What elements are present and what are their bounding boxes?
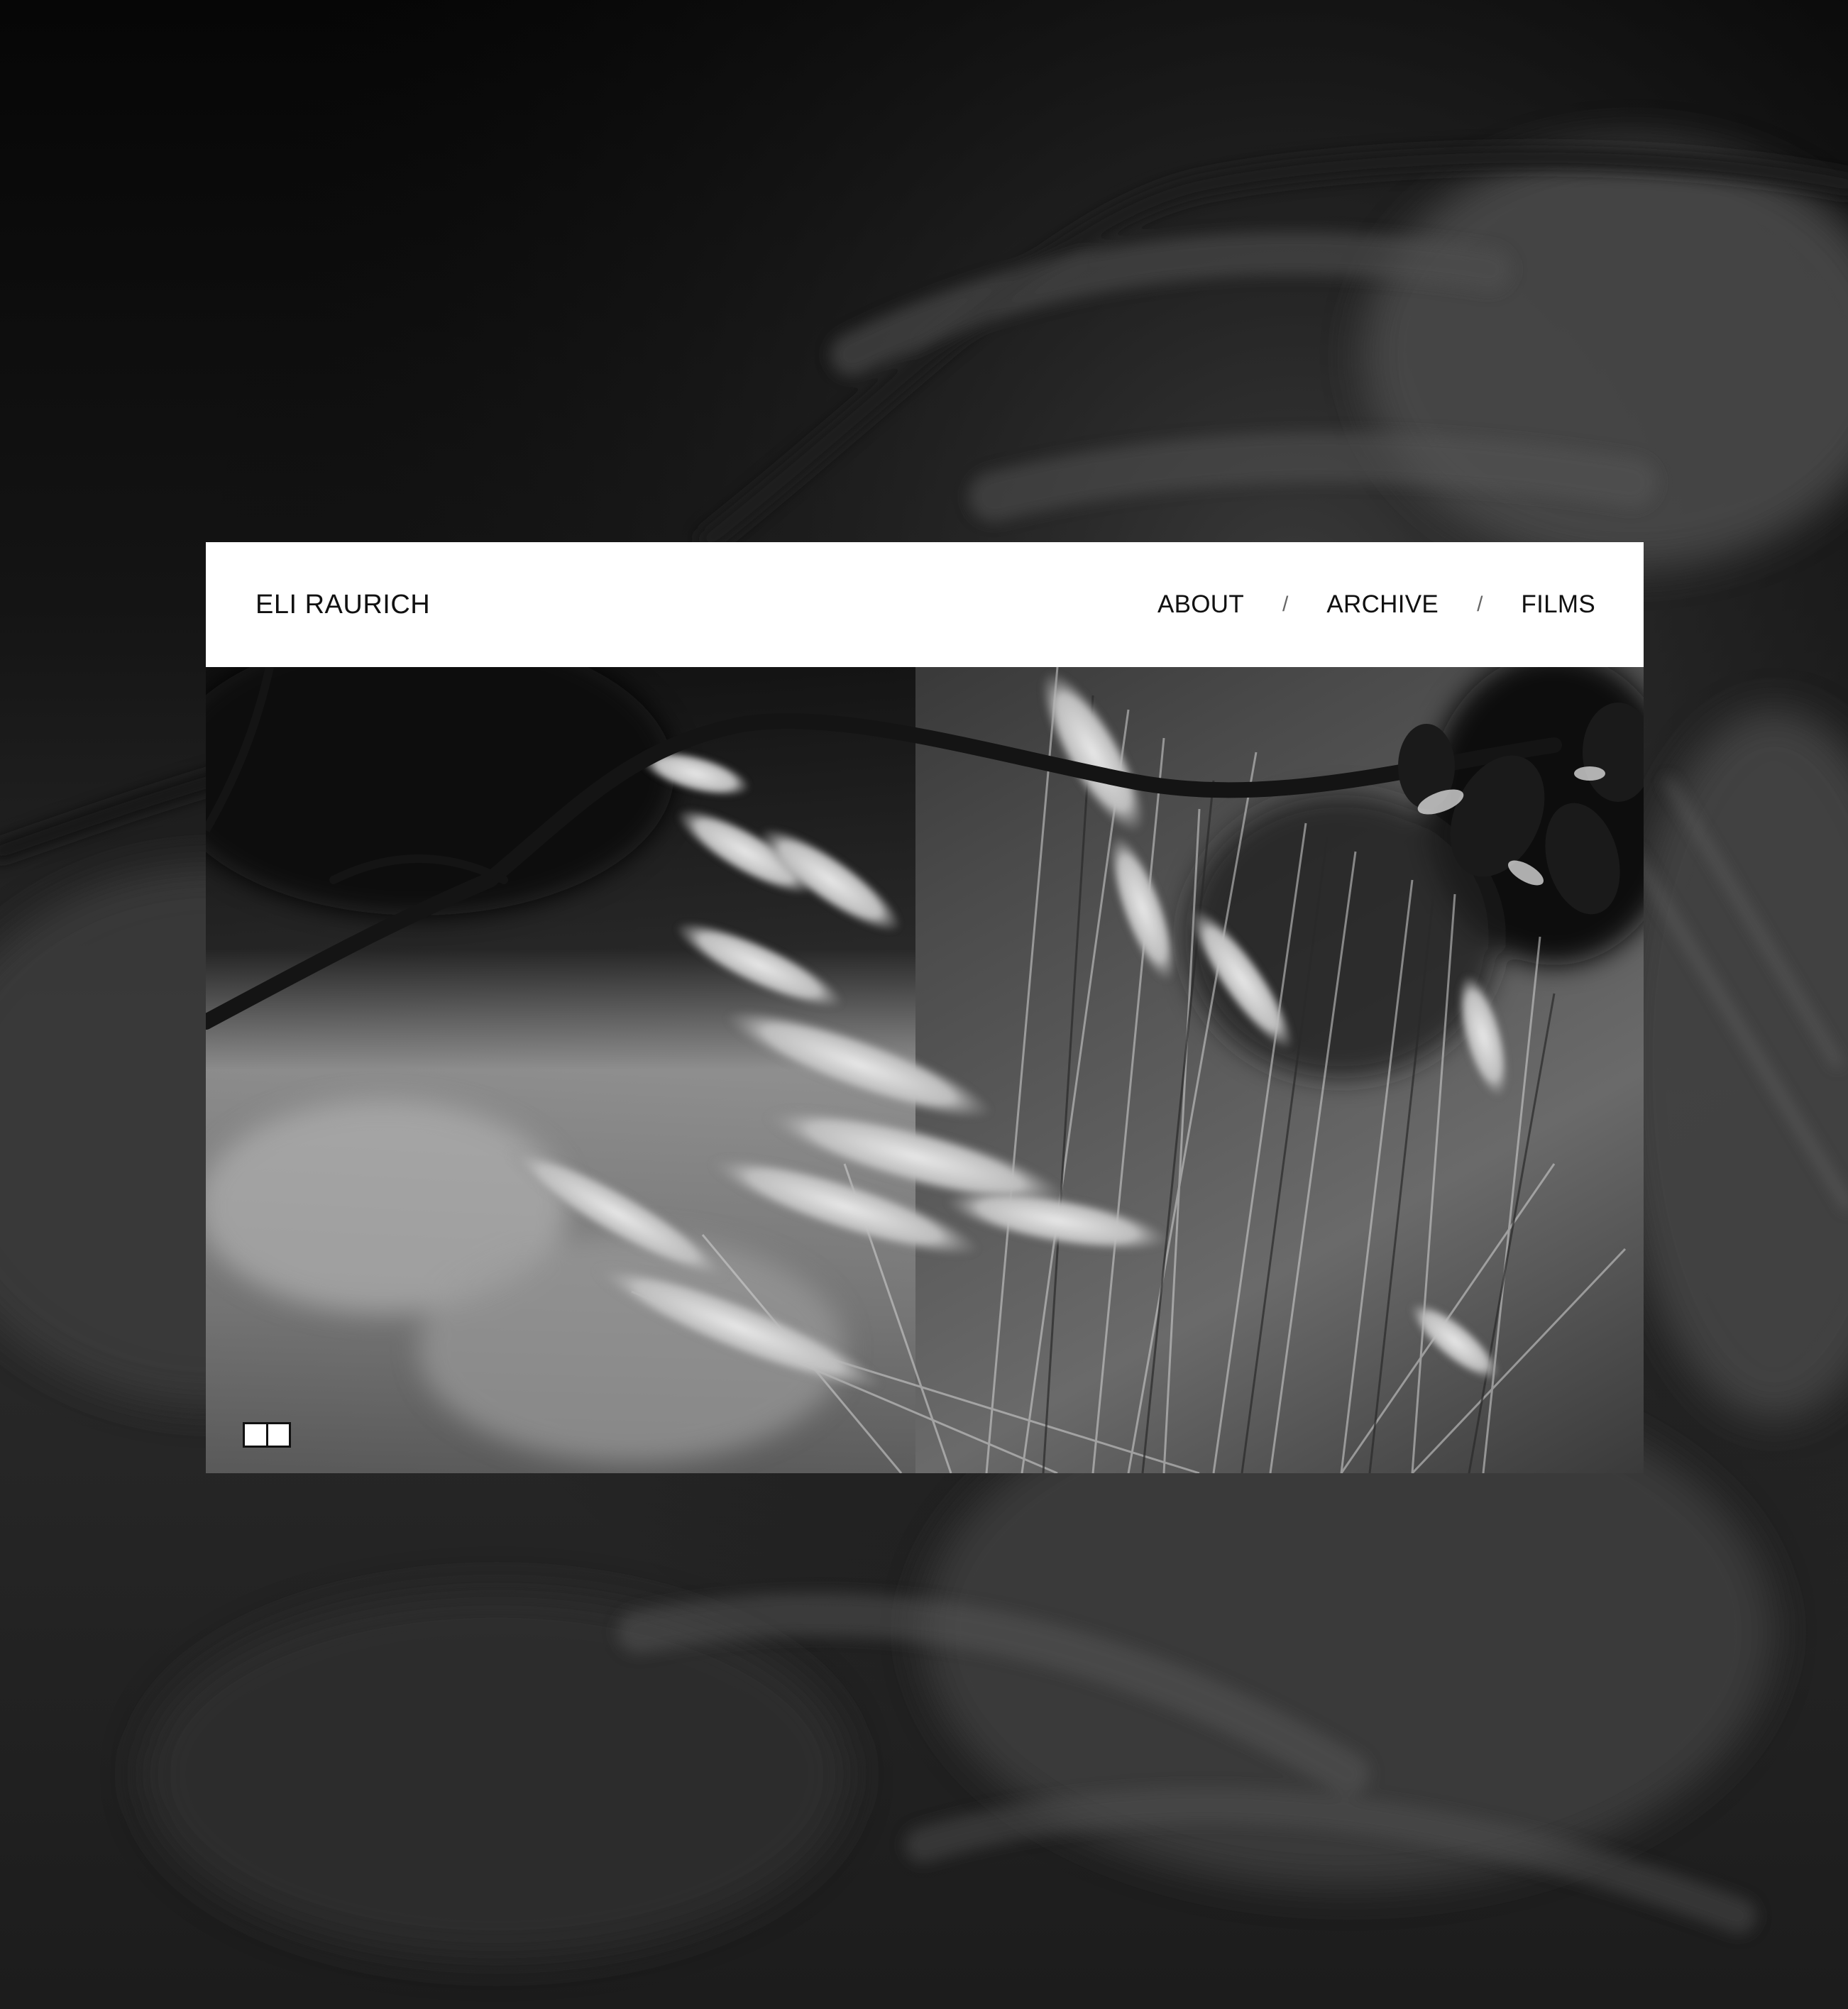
main-nav: ABOUT / ARCHIVE / FILMS: [1157, 542, 1595, 667]
split-view-icon[interactable]: [243, 1422, 291, 1448]
split-view-left-pane: [245, 1424, 266, 1446]
site-title[interactable]: ELI RAURICH: [255, 542, 430, 667]
nav-link-archive[interactable]: ARCHIVE: [1326, 590, 1439, 619]
hero-video[interactable]: [206, 667, 1644, 1473]
site-header: ELI RAURICH ABOUT / ARCHIVE / FILMS: [206, 542, 1644, 667]
site-window: ELI RAURICH ABOUT / ARCHIVE / FILMS: [206, 542, 1644, 1473]
split-view-right-pane: [265, 1424, 289, 1446]
nav-link-about[interactable]: ABOUT: [1157, 590, 1244, 619]
nav-link-films[interactable]: FILMS: [1521, 590, 1595, 619]
nav-separator: /: [1477, 593, 1483, 616]
nav-separator: /: [1282, 593, 1289, 616]
